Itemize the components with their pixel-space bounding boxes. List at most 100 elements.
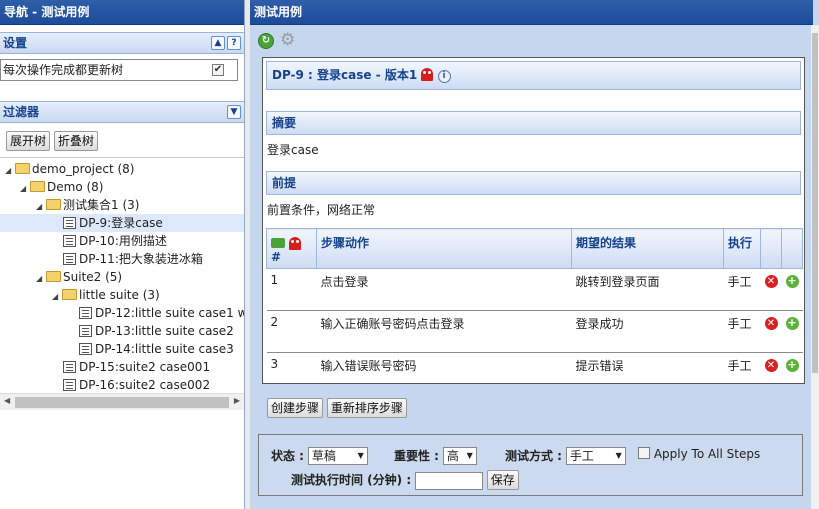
importance-select[interactable]: 高 ▼ <box>442 447 477 465</box>
scroll-right-icon[interactable]: ▶ <box>234 396 240 405</box>
summary-header: 摘要 <box>266 111 801 135</box>
apply-all-checkbox[interactable] <box>638 447 650 459</box>
update-tree-setting: 每次操作完成都更新树 ✔ <box>0 59 238 81</box>
folder-icon <box>62 289 77 300</box>
tree-node-suite[interactable]: ◢ little suite (3) <box>52 286 160 304</box>
tree-horizontal-scrollbar[interactable]: ◀ ▶ <box>0 393 244 410</box>
tree-node-case[interactable]: DP-11:把大象装进冰箱 <box>63 250 203 268</box>
tree-node-case[interactable]: DP-15:suite2 case001 <box>63 358 210 376</box>
collapse-up-icon[interactable]: ▲ <box>211 36 225 50</box>
importance-field: 重要性 : 高 ▼ <box>394 447 477 465</box>
step-actions-bar: 创建步骤 重新排序步骤 <box>267 398 407 418</box>
exec-type-label: 测试方式 : <box>505 449 562 463</box>
step-action-header: 步骤动作 <box>316 228 572 269</box>
status-value: 草稿 <box>311 449 336 463</box>
tree-node-label: Suite2 (5) <box>63 270 123 284</box>
tree-node-label: Demo (8) <box>47 180 104 194</box>
exec-type-select[interactable]: 手工 ▼ <box>565 447 626 465</box>
scrollbar-thumb[interactable] <box>812 33 818 373</box>
step-action: 输入错误账号密码 <box>320 359 417 373</box>
add-step-icon[interactable]: + <box>785 317 799 330</box>
add-step-icon[interactable]: + <box>785 359 799 372</box>
collapse-tree-button[interactable]: 折叠树 <box>53 131 98 151</box>
scrollbar-thumb[interactable] <box>15 397 229 408</box>
tree-node-case[interactable]: DP-13:little suite case2 <box>79 322 234 340</box>
step-expected: 登录成功 <box>571 310 724 353</box>
test-case-icon <box>63 217 76 229</box>
case-attributes-form: 状态 : 草稿 ▼ 重要性 : 高 ▼ 测试方式 : 手工 ▼ Apply To Al… <box>258 434 803 496</box>
ghost-icon[interactable] <box>421 68 434 81</box>
tree-node-suite[interactable]: ◢ Suite2 (5) <box>36 268 122 286</box>
test-case-icon <box>63 361 76 373</box>
step-action: 点击登录 <box>316 268 572 311</box>
case-title-bar: DP-9 : 登录case - 版本1 i <box>266 61 801 90</box>
tree-node-label: 测试集合1 (3) <box>63 198 140 212</box>
test-case-panel: 测试用例 ↻ ⚙ DP-9 : 登录case - 版本1 i 摘要 登录case… <box>250 0 819 509</box>
add-col-header <box>781 228 803 269</box>
expand-arrow-icon[interactable]: ◢ <box>52 288 62 306</box>
info-icon[interactable]: i <box>437 70 451 83</box>
duration-label: 测试执行时间 (分钟) : <box>291 473 412 487</box>
tree-node-label: DP-10:用例描述 <box>79 234 167 248</box>
importance-value: 高 <box>446 449 459 463</box>
ghost-icon[interactable] <box>289 237 302 250</box>
settings-gear-icon[interactable]: ⚙ <box>280 31 295 49</box>
tree-node-case[interactable]: DP-14:little suite case3 <box>79 340 234 358</box>
tree-node-label: DP-11:把大象装进冰箱 <box>79 252 203 266</box>
add-step-icon[interactable]: + <box>785 275 799 288</box>
save-button[interactable]: 保存 <box>486 470 519 490</box>
tree-node-project[interactable]: ◢ demo_project (8) <box>5 160 135 178</box>
tree-toolbar: 展开树 折叠树 <box>0 123 244 151</box>
step-exec-type: 手工 <box>723 310 761 353</box>
case-title: DP-9 : 登录case - 版本1 <box>272 68 418 82</box>
update-tree-checkbox[interactable]: ✔ <box>212 64 224 76</box>
delete-step-icon[interactable]: ✕ <box>764 317 778 330</box>
step-expected: 提示错误 <box>575 359 624 373</box>
delete-step-icon[interactable]: ✕ <box>764 275 778 288</box>
step-number: 3 <box>270 357 279 371</box>
expand-tree-button[interactable]: 展开树 <box>6 131 51 151</box>
status-field: 状态 : 草稿 ▼ <box>271 447 368 465</box>
duration-input[interactable] <box>414 471 483 490</box>
status-select[interactable]: 草稿 ▼ <box>307 447 368 465</box>
filter-section-header[interactable]: 过滤器 ▼ <box>0 101 244 123</box>
collapse-down-icon[interactable]: ▼ <box>227 105 241 119</box>
tree-node-case[interactable]: DP-10:用例描述 <box>63 232 167 250</box>
step-exec-type: 手工 <box>723 268 761 311</box>
step-reorder-icon[interactable] <box>271 238 285 248</box>
reorder-steps-button[interactable]: 重新排序步骤 <box>326 398 407 418</box>
tree-node-case-selected[interactable]: DP-9:登录case <box>0 214 244 232</box>
folder-icon <box>46 199 61 210</box>
status-label: 状态 : <box>271 449 304 463</box>
tree-node-suite[interactable]: ◢ 测试集合1 (3) <box>36 196 139 214</box>
expand-arrow-icon[interactable]: ◢ <box>36 270 46 288</box>
step-exec-type: 手工 <box>727 359 752 373</box>
tree-node-suite[interactable]: ◢ Demo (8) <box>20 178 103 196</box>
step-row[interactable]: 1 点击登录 跳转到登录页面 手工 ✕ + <box>266 268 803 311</box>
nav-panel-title: 导航 - 测试用例 <box>0 0 244 25</box>
chevron-down-icon: ▼ <box>466 451 473 460</box>
help-icon[interactable]: ? <box>227 36 241 50</box>
tree-node-case[interactable]: DP-16:suite2 case002 <box>63 376 210 394</box>
test-case-tree: ◢ demo_project (8) ◢ Demo (8) ◢ 测试集合1 (3) D… <box>0 157 244 410</box>
expand-arrow-icon[interactable]: ◢ <box>5 162 15 180</box>
importance-label: 重要性 : <box>394 449 439 463</box>
expand-arrow-icon[interactable]: ◢ <box>20 180 30 198</box>
panel-vertical-scrollbar[interactable] <box>811 25 819 509</box>
steps-header-row: # 步骤动作 期望的结果 执行 <box>266 228 803 269</box>
refresh-icon[interactable]: ↻ <box>258 33 274 49</box>
scroll-left-icon[interactable]: ◀ <box>4 396 10 405</box>
precondition-text: 前置条件，网络正常 <box>267 203 376 217</box>
tree-node-label: DP-16:suite2 case002 <box>79 378 211 392</box>
exec-type-value: 手工 <box>569 449 594 463</box>
step-row[interactable]: 3 输入错误账号密码 提示错误 手工 ✕ + <box>267 353 803 395</box>
filter-header-label: 过滤器 <box>3 105 40 119</box>
step-expected: 跳转到登录页面 <box>571 268 724 311</box>
delete-step-icon[interactable]: ✕ <box>764 359 778 372</box>
tree-node-case[interactable]: DP-12:little suite case1 with <box>79 304 244 322</box>
create-step-button[interactable]: 创建步骤 <box>267 398 324 418</box>
settings-section-header[interactable]: 设置 ▲ ? <box>0 32 244 54</box>
col-num-label: # <box>271 250 282 264</box>
step-row[interactable]: 2 输入正确账号密码点击登录 登录成功 手工 ✕ + <box>266 310 803 353</box>
apply-all-label: Apply To All Steps <box>653 447 761 461</box>
